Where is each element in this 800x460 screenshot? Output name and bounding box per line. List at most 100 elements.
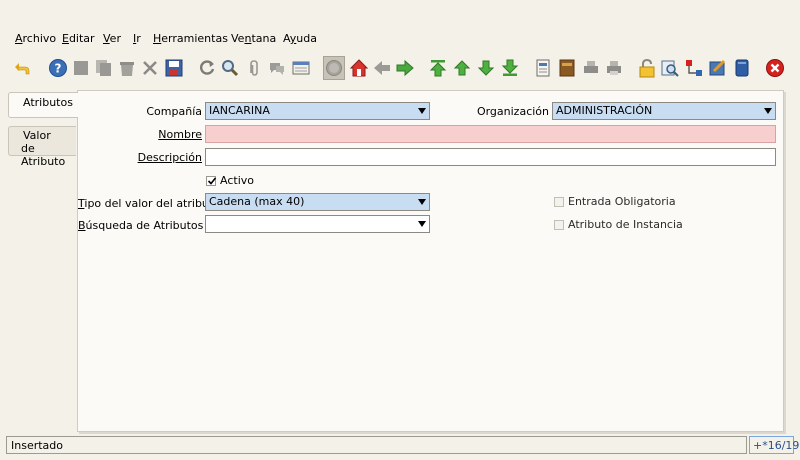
forward-button[interactable] bbox=[394, 57, 416, 79]
active-label: Activo bbox=[220, 174, 254, 187]
save-icon bbox=[165, 59, 183, 77]
company-label: Compañía bbox=[146, 105, 202, 118]
refresh-icon bbox=[200, 60, 215, 75]
description-label: Descripción bbox=[137, 151, 202, 164]
record-info[interactable]: +*16/19 bbox=[749, 436, 799, 454]
close-button[interactable] bbox=[764, 57, 786, 79]
arrow-down-icon bbox=[477, 60, 495, 76]
history-button[interactable] bbox=[323, 56, 345, 80]
chevron-down-icon[interactable] bbox=[415, 194, 429, 210]
request-button[interactable] bbox=[707, 57, 729, 79]
undo-icon bbox=[15, 63, 30, 75]
company-select[interactable]: IANCARINA bbox=[205, 102, 430, 120]
arrow-right-icon bbox=[396, 59, 414, 77]
archive-button[interactable] bbox=[556, 57, 578, 79]
copy-record-button[interactable] bbox=[93, 57, 115, 79]
chevron-down-icon[interactable] bbox=[761, 103, 775, 119]
zoom-across-button[interactable] bbox=[659, 57, 681, 79]
menu-ayuda[interactable]: Ayuda bbox=[283, 32, 317, 45]
lock-icon bbox=[639, 58, 655, 78]
new-record-button[interactable] bbox=[70, 57, 92, 79]
status-message: Insertado bbox=[11, 439, 64, 452]
print-preview-icon bbox=[584, 61, 598, 73]
menu-ver[interactable]: Ver bbox=[103, 32, 121, 45]
attribute-search-select[interactable] bbox=[205, 215, 430, 233]
find-button[interactable] bbox=[219, 57, 241, 79]
app-window: Archivo Editar Ver Ir Herramientas Venta… bbox=[0, 0, 800, 460]
organization-select[interactable]: ADMINISTRACIÓN bbox=[552, 102, 776, 120]
report-button[interactable] bbox=[532, 57, 554, 79]
tab-valor-label-line2: de Atributo bbox=[21, 142, 66, 168]
zoom-across-icon bbox=[661, 60, 679, 77]
mandatory-checkbox[interactable] bbox=[554, 197, 564, 207]
status-bar: Insertado bbox=[6, 436, 747, 454]
menu-ir[interactable]: Ir bbox=[133, 32, 141, 45]
search-icon bbox=[222, 60, 239, 77]
mandatory-label: Entrada Obligatoria bbox=[568, 195, 676, 208]
workflow-button[interactable] bbox=[683, 57, 705, 79]
tab-atributos-label: Atributos bbox=[23, 96, 73, 109]
back-button[interactable] bbox=[371, 57, 393, 79]
last-record-icon bbox=[501, 59, 519, 76]
tab-valor-de-atributo[interactable]: Valor de Atributo bbox=[8, 126, 76, 168]
delete-button[interactable] bbox=[116, 57, 138, 79]
next-record-button[interactable] bbox=[475, 57, 497, 79]
save-button[interactable] bbox=[163, 57, 185, 79]
name-input[interactable] bbox=[205, 125, 776, 143]
instance-attribute-checkbox[interactable] bbox=[554, 220, 564, 230]
chevron-down-icon[interactable] bbox=[415, 216, 429, 232]
attachment-button[interactable] bbox=[243, 57, 265, 79]
tab-valor-label-line1: Valor bbox=[23, 129, 51, 142]
chevron-down-icon[interactable] bbox=[415, 103, 429, 119]
lock-button[interactable] bbox=[636, 57, 658, 79]
close-icon bbox=[766, 59, 784, 77]
refresh-button[interactable] bbox=[196, 57, 218, 79]
menu-herramientas[interactable]: Herramientas bbox=[153, 32, 228, 45]
printer-icon bbox=[607, 61, 621, 75]
copy-icon bbox=[96, 60, 111, 76]
instance-attribute-label: Atributo de Instancia bbox=[568, 218, 683, 231]
print-button[interactable] bbox=[603, 57, 625, 79]
last-record-button[interactable] bbox=[499, 57, 521, 79]
first-record-button[interactable] bbox=[427, 57, 449, 79]
description-input[interactable] bbox=[205, 148, 776, 166]
grid-toggle-icon bbox=[292, 61, 310, 75]
chat-icon bbox=[270, 63, 284, 75]
checkmark-icon bbox=[207, 177, 217, 185]
product-info-button[interactable] bbox=[731, 57, 753, 79]
help-button[interactable]: ? bbox=[47, 57, 69, 79]
trash-icon bbox=[120, 62, 134, 76]
tab-atributos[interactable]: Atributos bbox=[8, 92, 78, 118]
menu-bar: Archivo Editar Ver Ir Herramientas Venta… bbox=[0, 24, 800, 50]
report-icon bbox=[536, 59, 550, 77]
grid-toggle-button[interactable] bbox=[290, 57, 312, 79]
home-button[interactable] bbox=[348, 57, 370, 79]
active-checkbox[interactable] bbox=[206, 176, 217, 186]
product-info-icon bbox=[735, 59, 749, 77]
menu-archivo[interactable]: Archivo bbox=[15, 32, 56, 45]
menu-ventana[interactable]: Ventana bbox=[231, 32, 276, 45]
print-preview-button[interactable] bbox=[580, 57, 602, 79]
help-icon: ? bbox=[49, 59, 67, 77]
workflow-icon bbox=[686, 60, 702, 76]
value-type-label: Tipo del valor del atributo bbox=[78, 197, 220, 210]
company-value: IANCARINA bbox=[209, 104, 270, 117]
organization-value: ADMINISTRACIÓN bbox=[556, 104, 653, 117]
menu-editar[interactable]: Editar bbox=[62, 32, 95, 45]
attribute-search-label: Búsqueda de Atributos bbox=[78, 219, 204, 232]
organization-label: Organización bbox=[476, 105, 549, 118]
home-icon bbox=[349, 59, 369, 77]
previous-record-button[interactable] bbox=[451, 57, 473, 79]
request-icon bbox=[709, 59, 726, 76]
undo-button[interactable] bbox=[12, 57, 34, 79]
toolbar: ? bbox=[0, 52, 800, 86]
paperclip-icon bbox=[250, 60, 258, 76]
first-record-icon bbox=[429, 60, 447, 77]
value-type-select[interactable]: Cadena (max 40) bbox=[205, 193, 430, 211]
history-icon bbox=[326, 60, 342, 76]
tab-strip: Atributos Valor de Atributo bbox=[8, 92, 82, 432]
value-type-value: Cadena (max 40) bbox=[209, 195, 305, 208]
delete-selection-button[interactable] bbox=[139, 57, 161, 79]
chat-button[interactable] bbox=[266, 57, 288, 79]
archive-icon bbox=[559, 59, 575, 77]
